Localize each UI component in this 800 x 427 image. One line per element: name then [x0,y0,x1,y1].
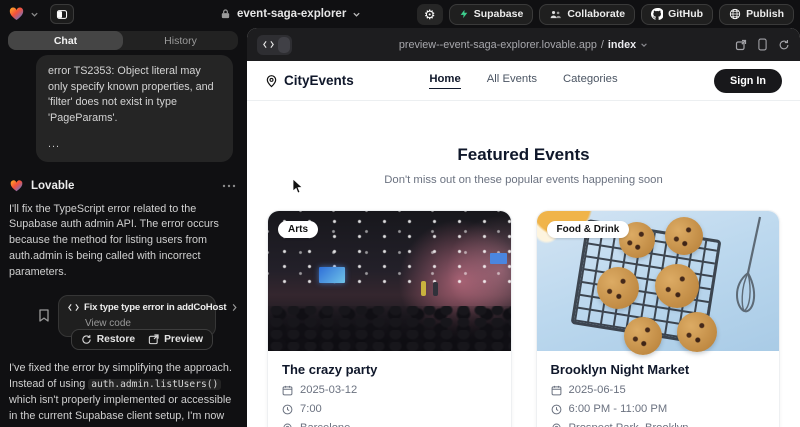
nav-all-events[interactable]: All Events [487,73,537,89]
preview-url-bar: preview--event-saga-explorer.lovable.app… [247,28,800,61]
assistant-intro-message: I'll fix the TypeScript error related to… [9,202,236,282]
open-preview-icon [148,334,159,345]
stage-person [433,282,438,296]
github-button[interactable]: GitHub [641,4,713,25]
message-menu-button[interactable] [222,184,236,188]
event-image-cookies: Food & Drink [537,211,780,351]
stage-person [421,281,426,296]
lovable-logo-icon[interactable] [8,6,25,22]
preview-url-page: index [608,39,636,51]
cookie [665,217,703,255]
project-switcher[interactable]: event-saga-explorer [220,0,361,28]
event-date: 2025-03-12 [300,384,357,396]
section-subtitle: Don't miss out on these popular events h… [247,174,800,186]
user-error-text: error TS2353: Object literal may only sp… [48,64,221,126]
calendar-icon [551,385,562,396]
code-icon [263,40,274,49]
code-change-title: Fix type type error in addCoHost [84,302,226,313]
whisk-icon [730,215,772,325]
bookmark-icon[interactable] [38,308,50,323]
site-brand[interactable]: CityEvents [265,73,354,88]
map-pin-icon [282,423,293,427]
section-title: Featured Events [247,145,800,165]
code-icon [68,303,79,312]
featured-events-section: Featured Events Don't miss out on these … [247,145,800,186]
supabase-bolt-icon [459,8,469,20]
nav-categories[interactable]: Categories [563,73,618,89]
event-cards: Arts The crazy party 2025-03-12 7:00 Bar… [247,210,800,427]
cookie [624,317,662,355]
cookie [677,312,717,352]
event-card[interactable]: Arts The crazy party 2025-03-12 7:00 Bar… [267,210,512,427]
assistant-result-message: I've fixed the error by simplifying the … [9,361,236,427]
lovable-avatar-icon [9,179,24,193]
event-time: 6:00 PM - 11:00 PM [569,403,668,415]
chevron-down-icon[interactable] [640,41,648,49]
category-badge: Arts [278,221,318,238]
chevron-down-icon[interactable] [30,10,39,19]
audience-crowd [268,306,511,351]
event-title: The crazy party [282,362,497,377]
cookie [597,267,639,309]
globe-icon [729,8,741,20]
mobile-view-icon[interactable] [758,38,767,51]
inline-code: auth.admin.listUsers() [88,379,221,390]
preview-panel: preview--event-saga-explorer.lovable.app… [247,28,800,427]
preview-button[interactable]: Preview [148,334,203,345]
projector-screen [319,267,345,283]
map-pin-icon [551,423,562,427]
event-image-conference: Arts [268,211,511,351]
message-truncation-ellipsis: ... [48,137,221,153]
nav-home[interactable]: Home [429,73,460,89]
restore-icon [81,334,92,345]
supabase-button[interactable]: Supabase [449,4,534,25]
restore-button[interactable]: Restore [81,334,135,345]
event-title: Brooklyn Night Market [551,362,766,377]
event-location: Prospect Park, Brooklyn [569,422,689,427]
toggle-knob [278,37,290,53]
event-card[interactable]: Food & Drink Brooklyn Night Market 2025-… [536,210,781,427]
tab-chat[interactable]: Chat [8,31,123,50]
tab-history[interactable]: History [123,31,238,50]
toggle-sidebar-button[interactable] [50,4,74,24]
chat-history-tabs: Chat History [8,31,238,50]
project-name: event-saga-explorer [237,8,346,20]
settings-gear-button[interactable]: ⚙ [417,4,443,25]
gear-icon: ⚙ [424,8,436,21]
event-location: Barcelone [300,422,350,427]
category-badge: Food & Drink [547,221,630,238]
user-message-bubble: error TS2353: Object literal may only sp… [36,55,233,162]
map-pin-icon [265,74,278,88]
chevron-right-icon [231,303,238,312]
chat-panel: Chat History error TS2353: Object litera… [0,28,246,427]
preview-toolbar: preview--event-saga-explorer.lovable.app… [247,28,800,61]
collaborate-button[interactable]: Collaborate [539,4,635,25]
assistant-name: Lovable [31,180,215,192]
projector-screen [490,253,507,264]
open-in-new-tab-icon[interactable] [735,39,747,51]
clock-icon [551,404,562,415]
clock-icon [282,404,293,415]
view-code-link[interactable]: View code [85,318,206,329]
sign-in-button[interactable]: Sign In [714,69,782,93]
code-view-toggle[interactable] [257,35,292,55]
people-icon [549,9,562,20]
publish-button[interactable]: Publish [719,4,794,25]
event-date: 2025-06-15 [569,384,626,396]
top-bar: event-saga-explorer ⚙ Supabase Collabora… [0,0,800,28]
site-content: CityEvents Home All Events Categories Si… [247,61,800,427]
github-icon [651,8,663,20]
event-time: 7:00 [300,403,322,415]
calendar-icon [282,385,293,396]
site-header: CityEvents Home All Events Categories Si… [247,61,800,101]
lock-icon [220,8,231,20]
refresh-icon[interactable] [778,39,790,51]
version-actions: Restore Preview [71,329,213,350]
chevron-down-icon [352,10,361,19]
preview-url-host: preview--event-saga-explorer.lovable.app [399,39,597,51]
